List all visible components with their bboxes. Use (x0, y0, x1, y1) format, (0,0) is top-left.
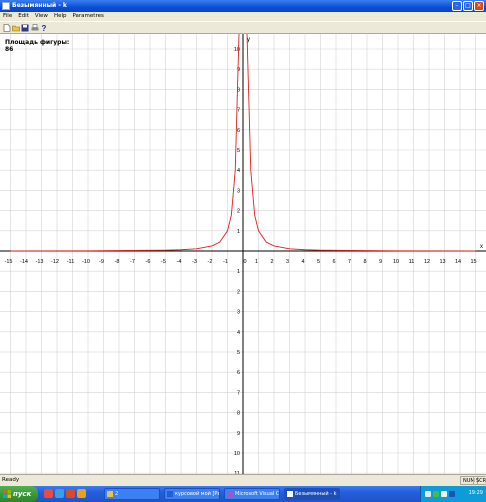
x-tick-label: 6 (332, 259, 335, 265)
y-tick-label: 2 (237, 209, 240, 215)
x-tick-label: 12 (424, 259, 430, 265)
curve-left-branch (10, 34, 240, 252)
y-tick-label: 10 (234, 451, 240, 457)
taskbar: пуск 2 курсовой мой [Режи... Microsoft V… (0, 486, 486, 502)
taskbar-item-visual-cpp[interactable]: Microsoft Visual C++ (224, 488, 280, 500)
menu-view[interactable]: View (32, 12, 51, 21)
quicklaunch-media-icon[interactable] (66, 489, 75, 498)
windows-flag-icon (3, 490, 11, 498)
y-tick-label: 9 (237, 431, 240, 437)
new-file-icon[interactable] (3, 24, 11, 32)
y-tick-label: 2 (237, 289, 240, 295)
x-tick-label: 2 (270, 259, 273, 265)
maximize-button[interactable]: □ (463, 1, 473, 11)
close-button[interactable]: × (474, 1, 484, 11)
menu-parametres[interactable]: Parametres (69, 12, 106, 21)
x-tick-label: -11 (67, 259, 75, 265)
x-tick-label: -8 (115, 259, 120, 265)
x-tick-label: 3 (286, 259, 289, 265)
x-tick-label: 13 (439, 259, 445, 265)
x-tick-label: -5 (161, 259, 166, 265)
y-tick-label: 7 (237, 108, 240, 114)
x-tick-label: 7 (348, 259, 351, 265)
x-tick-label: 10 (393, 259, 399, 265)
area-label-title: Площадь фигуры: (5, 39, 70, 46)
tray-volume-icon[interactable] (441, 491, 447, 497)
scrl-indicator: SCRL (473, 476, 486, 485)
x-tick-label: -9 (99, 259, 104, 265)
y-tick-label: 3 (237, 310, 240, 316)
x-tick-label: -13 (36, 259, 44, 265)
x-tick-label: -3 (192, 259, 197, 265)
tray-language-icon[interactable] (449, 491, 455, 497)
x-tick-label: 11 (409, 259, 415, 265)
y-tick-label: 5 (237, 148, 240, 154)
y-tick-label: 4 (237, 330, 240, 336)
tray-antivirus-icon[interactable] (433, 491, 439, 497)
x-tick-label: -15 (5, 259, 13, 265)
menu-help[interactable]: Help (51, 12, 70, 21)
menu-edit[interactable]: Edit (15, 12, 32, 21)
x-tick-label: -10 (82, 259, 90, 265)
app-icon (2, 2, 10, 10)
system-tray: 19:29 (420, 486, 486, 502)
y-tick-label: 4 (237, 168, 240, 174)
open-folder-icon[interactable] (12, 24, 20, 32)
menu-file[interactable]: File (0, 12, 15, 21)
x-tick-label: 9 (379, 259, 382, 265)
curve-right-branch (246, 34, 476, 252)
x-tick-label: 8 (363, 259, 366, 265)
x-tick-label: 4 (301, 259, 304, 265)
function-plot: xy-15 -14 -13 -12 -11 -10 -9 -8 -7 -6 -5 -4 -3 -2 -1 0 1… (0, 34, 486, 474)
quicklaunch-app-icon[interactable] (77, 489, 86, 498)
x-tick-label: -6 (146, 259, 151, 265)
x-tick-label: -12 (51, 259, 59, 265)
window-title: Безымянный - k (12, 2, 67, 9)
x-tick-label: 15 (470, 259, 476, 265)
status-text: Ready (2, 477, 20, 483)
x-tick-label: -1 (223, 259, 228, 265)
y-tick-label: 6 (237, 128, 240, 134)
svg-text:?: ? (42, 24, 47, 32)
toolbar: ? (0, 21, 486, 34)
help-icon[interactable]: ? (40, 24, 48, 33)
y-tick-label: 5 (237, 350, 240, 356)
clock: 19:29 (468, 490, 483, 496)
y-tick-label: 8 (237, 411, 240, 417)
x-tick-label: 5 (317, 259, 320, 265)
print-icon[interactable] (31, 24, 39, 32)
y-tick-label: 1 (237, 229, 240, 235)
start-button[interactable]: пуск (0, 486, 38, 502)
menu-bar: File Edit View Help Parametres (0, 12, 486, 21)
area-label: Площадь фигуры: 86 (5, 39, 69, 53)
tray-network-icon[interactable] (425, 491, 431, 497)
x-tick-label: -4 (177, 259, 182, 265)
quicklaunch-ie-icon[interactable] (55, 489, 64, 498)
save-disk-icon[interactable] (21, 24, 29, 32)
y-tick-label: 3 (237, 188, 240, 194)
y-tick-label: 1 (237, 269, 240, 275)
x-tick-label: 0 (243, 259, 246, 265)
x-tick-label: 14 (455, 259, 461, 265)
taskbar-item-word[interactable]: курсовой мой [Режи... (164, 488, 220, 500)
graph-canvas: x y -15 -14 -13 -12 -11 -10 -9 -8 -7 -6 -5 -4 -3 -2 -1 0 1… (0, 34, 486, 474)
quicklaunch-opera-icon[interactable] (44, 489, 53, 498)
x-axis-label: x (480, 244, 483, 250)
x-tick-label: -2 (208, 259, 213, 265)
status-bar: Ready NUM SCRL (0, 474, 486, 486)
y-tick-label: 10 (234, 47, 240, 53)
y-tick-label: 6 (237, 370, 240, 376)
taskbar-item-folder[interactable]: 2 (104, 488, 160, 500)
x-tick-label: 1 (255, 259, 258, 265)
minimize-button[interactable]: – (452, 1, 462, 11)
x-tick-label: -7 (130, 259, 135, 265)
x-tick-label: -14 (20, 259, 28, 265)
area-value: 86 (5, 46, 14, 53)
taskbar-item-graph-app[interactable]: Безымянный - k (284, 488, 340, 500)
start-label: пуск (13, 490, 32, 498)
title-bar: Безымянный - k – □ × (0, 0, 486, 12)
y-tick-label: 7 (237, 390, 240, 396)
